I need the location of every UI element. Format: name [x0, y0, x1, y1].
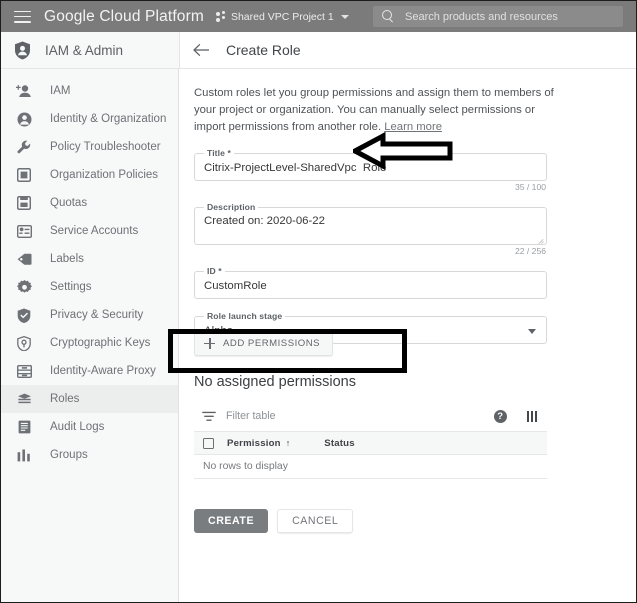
quota-gauge-icon: [15, 194, 33, 212]
id-field-value: CustomRole: [204, 280, 267, 292]
sidebar-item-label: Organization Policies: [50, 169, 159, 181]
product-name: IAM & Admin: [45, 42, 124, 58]
label-tag-icon: [15, 250, 33, 268]
arrow-up-icon[interactable]: ↑: [286, 438, 291, 448]
sidebar-item-quotas[interactable]: Quotas: [1, 189, 178, 217]
blurb-text: Custom roles let you group permissions a…: [194, 87, 554, 133]
key-shield-icon: [15, 334, 33, 352]
sidebar-item-audit-logs[interactable]: Audit Logs: [1, 413, 178, 441]
search-icon: [382, 10, 395, 23]
roles-stack-icon: [15, 390, 33, 408]
chevron-down-icon: [340, 14, 349, 19]
shield-check-icon: [15, 306, 33, 324]
sidebar-item-roles[interactable]: Roles: [1, 385, 178, 413]
list-lines-icon: [15, 418, 33, 436]
learn-more-link[interactable]: Learn more: [384, 121, 442, 133]
add-permissions-button[interactable]: ADD PERMISSIONS: [194, 330, 334, 356]
sidebar-item-label: Roles: [50, 393, 80, 405]
title-field-label: Title *: [204, 148, 234, 158]
sidebar-item-label: Policy Troubleshooter: [50, 141, 161, 153]
sidebar-item-label: Identity-Aware Proxy: [50, 365, 156, 377]
brand-title: Google Cloud Platform: [44, 7, 204, 25]
search-input[interactable]: Search products and resources: [405, 11, 558, 23]
permissions-table: Filter table ? Permission ↑ Status No ro…: [194, 401, 547, 479]
table-empty-message: No rows to display: [194, 455, 547, 479]
sidebar-item-label: Service Accounts: [50, 225, 139, 237]
sidebar-item-identity-organization[interactable]: Identity & Organization: [1, 105, 178, 133]
description-field[interactable]: Description Created on: 2020-06-22 22 / …: [194, 202, 547, 256]
gear-icon: [15, 278, 33, 296]
table-filter-row: Filter table ?: [194, 401, 547, 432]
organization-icon: [15, 166, 33, 184]
create-button[interactable]: CREATE: [194, 509, 269, 533]
sidebar-item-identity-aware-proxy[interactable]: Identity-Aware Proxy: [1, 357, 178, 385]
table-header-row: Permission ↑ Status: [194, 432, 547, 455]
search-bar[interactable]: Search products and resources: [373, 6, 623, 27]
sidebar-item-label: Audit Logs: [50, 421, 105, 433]
sidebar-item-service-accounts[interactable]: Service Accounts: [1, 217, 178, 245]
arrow-left-icon[interactable]: [193, 43, 210, 57]
sidebar-item-groups[interactable]: Groups: [1, 441, 178, 469]
resize-handle-icon[interactable]: [537, 236, 544, 244]
form-actions: CREATE CANCEL: [194, 509, 354, 533]
id-field-label: ID *: [204, 266, 225, 276]
description-field-label: Description: [204, 202, 259, 212]
sidebar-item-privacy-security[interactable]: Privacy & Security: [1, 301, 178, 329]
add-permissions-label: ADD PERMISSIONS: [223, 337, 321, 349]
iap-grid-icon: [15, 362, 33, 380]
sidebar-item-label: Labels: [50, 253, 84, 265]
id-field[interactable]: ID * CustomRole: [194, 266, 547, 299]
page-title: Create Role: [226, 42, 301, 58]
page-header: Create Role: [179, 32, 636, 69]
filter-table-input[interactable]: Filter table: [226, 410, 275, 422]
description-field-value: Created on: 2020-06-22: [204, 215, 325, 227]
product-header: IAM & Admin: [1, 32, 179, 69]
sidebar-item-iam[interactable]: IAM: [1, 77, 178, 105]
title-field[interactable]: Title * Citrix-ProjectLevel-SharedVpc Ro…: [194, 148, 547, 192]
sidebar-item-settings[interactable]: Settings: [1, 273, 178, 301]
hamburger-icon[interactable]: [14, 10, 31, 23]
column-header-permission[interactable]: Permission: [227, 438, 281, 449]
filter-icon[interactable]: [202, 410, 216, 422]
project-dots-icon: [215, 10, 226, 23]
sidebar-item-cryptographic-keys[interactable]: Cryptographic Keys: [1, 329, 178, 357]
chevron-down-icon[interactable]: [528, 329, 536, 334]
launch-stage-label: Role launch stage: [204, 311, 286, 321]
project-selector[interactable]: Shared VPC Project 1: [215, 10, 349, 23]
sidebar-item-label: Quotas: [50, 197, 88, 209]
service-account-icon: [15, 222, 33, 240]
groups-icon: [15, 446, 33, 464]
person-add-icon: [15, 82, 33, 100]
sidebar-item-label: Settings: [50, 281, 92, 293]
wrench-icon: [15, 138, 33, 156]
shield-person-icon: [14, 41, 31, 60]
project-name: Shared VPC Project 1: [230, 10, 334, 23]
column-header-status[interactable]: Status: [324, 438, 355, 449]
sidebar-item-policy-troubleshooter[interactable]: Policy Troubleshooter: [1, 133, 178, 161]
sidebar-item-organization-policies[interactable]: Organization Policies: [1, 161, 178, 189]
plus-icon: [204, 337, 215, 349]
account-circle-icon: [15, 110, 33, 128]
table-actions: ?: [493, 409, 547, 423]
cancel-button[interactable]: CANCEL: [277, 509, 354, 533]
sidebar-item-label: Groups: [50, 449, 88, 461]
sidebar-item-label: IAM: [50, 85, 71, 97]
help-icon[interactable]: ?: [493, 409, 507, 423]
section-heading: No assigned permissions: [194, 374, 356, 390]
app-window: Google Cloud Platform Shared VPC Project…: [0, 0, 637, 603]
description-blurb: Custom roles let you group permissions a…: [194, 85, 566, 136]
top-navigation-bar: Google Cloud Platform Shared VPC Project…: [1, 1, 636, 32]
title-field-value: Citrix-ProjectLevel-SharedVpc Role: [204, 162, 387, 174]
sidebar-item-labels[interactable]: Labels: [1, 245, 178, 273]
column-settings-icon[interactable]: [526, 410, 537, 422]
sidebar: IAM Identity & Organization Policy Troub…: [1, 69, 179, 602]
sidebar-item-label: Cryptographic Keys: [50, 337, 151, 349]
title-char-counter: 35 / 100: [514, 182, 546, 192]
sidebar-item-label: Identity & Organization: [50, 113, 167, 125]
main-content: Custom roles let you group permissions a…: [180, 69, 636, 602]
sidebar-item-label: Privacy & Security: [50, 309, 144, 321]
select-all-checkbox[interactable]: [203, 437, 214, 449]
description-char-counter: 22 / 256: [514, 246, 546, 256]
